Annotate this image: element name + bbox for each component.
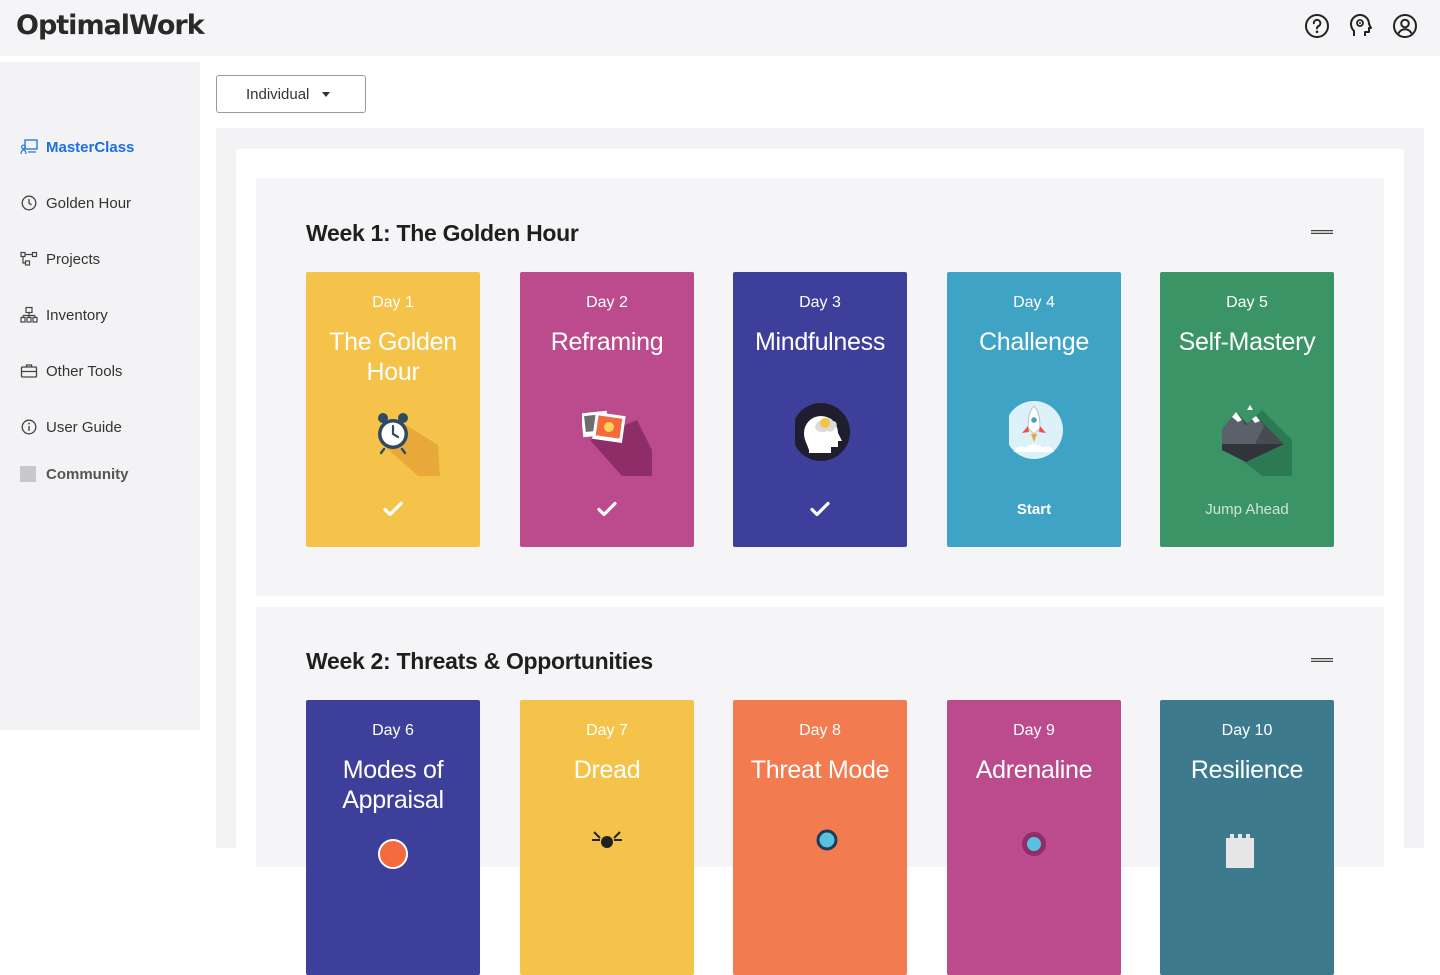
- week-title: Week 1: The Golden Hour: [306, 220, 579, 246]
- week-title: Week 2: Threats & Opportunities: [306, 648, 653, 674]
- checkmark-icon: [306, 499, 480, 519]
- collapse-week-button[interactable]: [1311, 230, 1333, 234]
- day-title: The Golden Hour: [329, 328, 457, 386]
- info-icon: [20, 418, 40, 436]
- day-card[interactable]: Day 7 Dread: [520, 700, 694, 975]
- day-card[interactable]: Day 2 Reframing: [520, 272, 694, 547]
- jump-ahead-button[interactable]: Jump Ahead: [1160, 499, 1334, 519]
- sidebar-item-label: Inventory: [46, 306, 108, 324]
- day-card[interactable]: Day 1 The Golden Hour: [306, 272, 480, 547]
- day-title: Self-Mastery: [1178, 328, 1316, 356]
- mind-head-icon: [792, 400, 885, 480]
- day-title: Adrenaline: [975, 756, 1093, 784]
- day-title: Reframing: [550, 328, 664, 356]
- help-icon[interactable]: [1304, 13, 1330, 39]
- sidebar-item-user-guide[interactable]: User Guide: [20, 415, 122, 439]
- heart-gauge-icon: [1009, 828, 1099, 908]
- view-mode-dropdown[interactable]: Individual: [216, 75, 366, 113]
- checkmark-icon: [520, 499, 694, 519]
- day-card[interactable]: Day 8 Threat Mode: [733, 700, 907, 975]
- account-icon[interactable]: [1392, 13, 1418, 39]
- projects-icon: [20, 250, 40, 268]
- mountain-icon: [1210, 400, 1312, 480]
- day-title: Mindfulness: [754, 328, 886, 356]
- top-header: OptimalWork: [0, 0, 1440, 56]
- chevron-down-icon: [322, 91, 331, 97]
- day-card[interactable]: Day 9 Adrenaline: [947, 700, 1121, 975]
- inventory-icon: [20, 306, 40, 324]
- day-title: Modes of Appraisal: [342, 756, 444, 814]
- checkmark-icon: [733, 499, 907, 519]
- day-number: Day 3: [799, 294, 841, 311]
- toolbox-icon: [20, 362, 40, 380]
- sidebar-item-community[interactable]: Community: [20, 462, 129, 486]
- day-number: Day 5: [1226, 294, 1268, 311]
- day-card[interactable]: Day 6 Modes of Appraisal: [306, 700, 480, 975]
- compass-icon: [368, 828, 458, 908]
- day-title: Challenge: [979, 328, 1089, 356]
- day-number: Day 7: [586, 722, 628, 739]
- sidebar-item-label: Golden Hour: [46, 194, 132, 212]
- day-number: Day 8: [799, 722, 841, 739]
- photo-frames-icon: [580, 400, 672, 480]
- day-number: Day 2: [586, 294, 628, 311]
- day-title: Resilience: [1190, 756, 1304, 784]
- app-logo[interactable]: OptimalWork: [16, 10, 205, 41]
- brain-settings-icon[interactable]: [1348, 13, 1374, 39]
- sidebar-item-inventory[interactable]: Inventory: [20, 303, 108, 327]
- day-number: Day 10: [1221, 722, 1273, 739]
- day-card[interactable]: Day 5 Self-Mastery Jump Ahead: [1160, 272, 1334, 547]
- sidebar-item-label: MasterClass: [46, 138, 135, 156]
- rocket-icon: [1005, 400, 1099, 480]
- day-number: Day 6: [372, 722, 414, 739]
- day-number: Day 9: [1013, 722, 1055, 739]
- sidebar-item-other-tools[interactable]: Other Tools: [20, 359, 122, 383]
- day-card[interactable]: Day 4 Challenge Start: [947, 272, 1121, 547]
- day-title: Dread: [573, 756, 641, 784]
- sidebar: [0, 62, 200, 730]
- masterclass-icon: [20, 138, 40, 156]
- clock-icon: [20, 194, 40, 212]
- magnifier-icon: [795, 828, 885, 908]
- collapse-week-button[interactable]: [1311, 658, 1333, 662]
- sidebar-item-label: Other Tools: [46, 362, 123, 380]
- castle-icon: [1222, 828, 1312, 908]
- community-icon: [20, 465, 40, 483]
- day-number: Day 1: [372, 294, 414, 311]
- day-card[interactable]: Day 10 Resilience: [1160, 700, 1334, 975]
- spider-icon: [582, 828, 672, 908]
- sidebar-item-label: Projects: [46, 250, 101, 268]
- day-number: Day 4: [1013, 294, 1055, 311]
- sidebar-item-masterclass[interactable]: MasterClass: [20, 135, 134, 159]
- alarm-clock-icon: [368, 400, 458, 480]
- dropdown-selected-value: Individual: [246, 85, 310, 103]
- day-card[interactable]: Day 3 Mindfulness: [733, 272, 907, 547]
- day-title: Threat Mode: [750, 756, 890, 784]
- start-button[interactable]: Start: [947, 499, 1121, 519]
- sidebar-item-golden-hour[interactable]: Golden Hour: [20, 191, 131, 215]
- sidebar-item-label: User Guide: [46, 418, 122, 436]
- sidebar-item-label: Community: [46, 465, 129, 483]
- sidebar-item-projects[interactable]: Projects: [20, 247, 100, 271]
